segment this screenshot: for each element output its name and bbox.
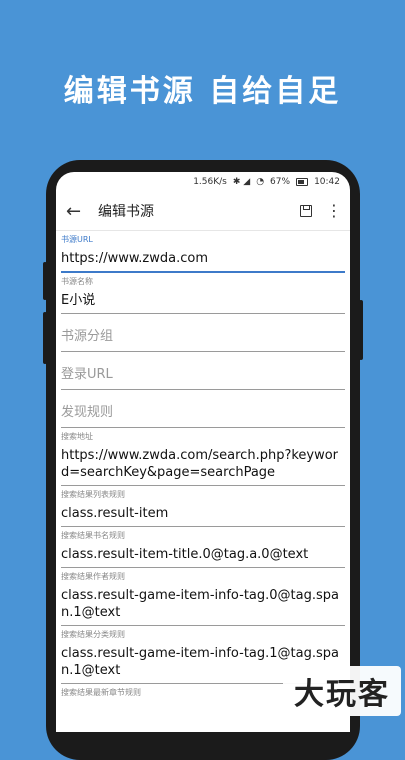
login-url-input[interactable]: 登录URL	[61, 352, 345, 390]
source-edit-form: 书源URL https://www.zwda.com 书源名称 E小说 书源分组…	[56, 231, 350, 700]
back-arrow-icon[interactable]: ←	[66, 201, 98, 222]
field-source-group[interactable]: 书源分组	[61, 314, 345, 352]
field-label: 搜索结果作者规则	[61, 572, 125, 581]
field-login-url[interactable]: 登录URL	[61, 352, 345, 390]
wifi-icon: ◔	[256, 177, 265, 187]
battery-icon	[296, 178, 309, 186]
field-label: 搜索结果列表规则	[61, 490, 125, 499]
app-toolbar: ← 编辑书源 ⋮	[56, 192, 350, 231]
field-label: 搜索结果书名规则	[61, 531, 125, 540]
save-icon[interactable]	[300, 205, 312, 217]
field-label: 书源URL	[61, 235, 93, 244]
field-label: 搜索地址	[61, 432, 93, 441]
field-label: 书源名称	[61, 277, 93, 286]
field-search-list-rule[interactable]: 搜索结果列表规则 class.result-item	[61, 486, 345, 527]
source-url-input[interactable]: https://www.zwda.com	[61, 247, 345, 273]
clock: 10:42	[314, 177, 340, 187]
network-speed: 1.56K/s	[193, 177, 227, 187]
page-title: 编辑书源	[98, 204, 154, 220]
search-url-input[interactable]: https://www.zwda.com/search.php?keyword=…	[61, 444, 345, 486]
search-author-rule-input[interactable]: class.result-game-item-info-tag.0@tag.sp…	[61, 584, 345, 626]
phone-side-button	[43, 262, 47, 300]
source-group-input[interactable]: 书源分组	[61, 314, 345, 352]
field-search-name-rule[interactable]: 搜索结果书名规则 class.result-item-title.0@tag.a…	[61, 527, 345, 568]
search-name-rule-input[interactable]: class.result-item-title.0@tag.a.0@text	[61, 543, 345, 568]
watermark-logo: 大玩客	[283, 666, 401, 716]
field-source-url[interactable]: 书源URL https://www.zwda.com	[61, 231, 345, 273]
phone-side-button	[43, 312, 47, 364]
field-discover-rule[interactable]: 发现规则	[61, 390, 345, 428]
discover-rule-input[interactable]: 发现规则	[61, 390, 345, 428]
phone-screen: 1.56K/s ✱ ◢ ◔ 67% 10:42 ← 编辑书源 ⋮ 书源URL h…	[56, 172, 350, 732]
field-source-name[interactable]: 书源名称 E小说	[61, 273, 345, 314]
source-name-input[interactable]: E小说	[61, 289, 345, 314]
promo-headline: 编辑书源 自给自足	[63, 74, 342, 109]
status-bar: 1.56K/s ✱ ◢ ◔ 67% 10:42	[56, 172, 350, 192]
more-options-icon[interactable]: ⋮	[326, 203, 342, 219]
search-list-rule-input[interactable]: class.result-item	[61, 502, 345, 527]
field-label: 搜索结果分类规则	[61, 630, 125, 639]
field-search-url[interactable]: 搜索地址 https://www.zwda.com/search.php?key…	[61, 428, 345, 486]
field-search-author-rule[interactable]: 搜索结果作者规则 class.result-game-item-info-tag…	[61, 568, 345, 626]
battery-percent: 67%	[270, 177, 291, 187]
signal-icon: ✱ ◢	[232, 177, 251, 187]
phone-side-button	[359, 300, 363, 360]
